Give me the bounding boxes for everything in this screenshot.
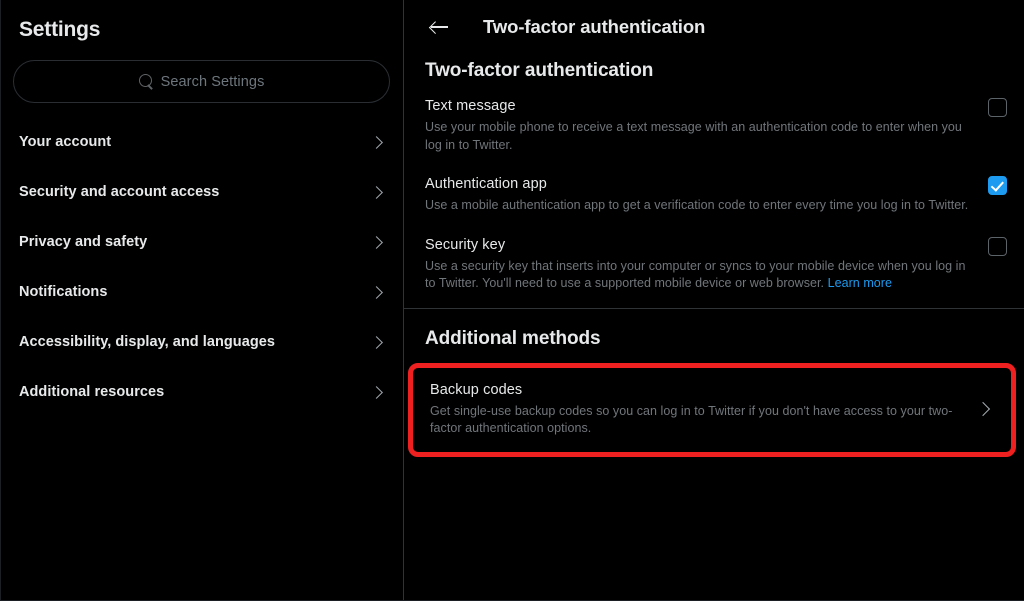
option-text-block: Text message Use your mobile phone to re… xyxy=(425,97,988,154)
option-row-text-message[interactable]: Text message Use your mobile phone to re… xyxy=(404,82,1024,160)
option-description: Use a security key that inserts into you… xyxy=(425,258,974,293)
sidebar-item-notifications[interactable]: Notifications xyxy=(1,267,403,317)
sidebar-item-additional-resources[interactable]: Additional resources xyxy=(1,367,403,417)
search-placeholder: Search Settings xyxy=(160,73,265,90)
page-title: Two-factor authentication xyxy=(483,16,706,37)
sidebar-nav-list: Your account Security and account access… xyxy=(1,117,403,417)
sidebar-item-label: Your account xyxy=(19,134,112,150)
option-description: Use a mobile authentication app to get a… xyxy=(425,198,969,212)
arrow-left-icon xyxy=(430,20,448,34)
main-panel: Two-factor authentication Two-factor aut… xyxy=(404,0,1024,600)
backup-codes-row[interactable]: Backup codes Get single-use backup codes… xyxy=(413,368,1011,452)
sidebar-title: Settings xyxy=(19,18,101,41)
option-row-authentication-app[interactable]: Authentication app Use a mobile authenti… xyxy=(404,160,1024,221)
backup-codes-label: Backup codes xyxy=(430,381,523,398)
sidebar-item-security-and-account-access[interactable]: Security and account access xyxy=(1,167,403,217)
option-label: Security key xyxy=(425,236,506,253)
chevron-right-icon xyxy=(370,385,383,399)
option-text-block: Security key Use a security key that ins… xyxy=(425,236,988,293)
backup-codes-description: Get single-use backup codes so you can l… xyxy=(430,403,953,436)
option-description: Use your mobile phone to receive a text … xyxy=(425,120,962,152)
learn-more-link[interactable]: Learn more xyxy=(828,276,892,290)
sidebar-item-label: Privacy and safety xyxy=(19,234,148,250)
two-factor-options-list: Text message Use your mobile phone to re… xyxy=(404,82,1024,299)
chevron-right-icon xyxy=(370,135,383,149)
chevron-right-icon xyxy=(975,401,991,417)
sidebar-item-label: Security and account access xyxy=(19,184,220,200)
option-label: Text message xyxy=(425,98,516,114)
checkbox-authentication-app[interactable] xyxy=(988,176,1007,195)
settings-sidebar: Settings Search Settings Your account Se… xyxy=(1,0,404,600)
backup-codes-text-block: Backup codes Get single-use backup codes… xyxy=(430,381,978,438)
search-container: Search Settings xyxy=(1,43,403,103)
option-text-block: Authentication app Use a mobile authenti… xyxy=(425,175,988,215)
main-header: Two-factor authentication xyxy=(404,0,1024,54)
checkbox-security-key[interactable] xyxy=(988,236,1007,256)
chevron-right-icon xyxy=(370,335,383,349)
chevron-right-icon xyxy=(370,185,383,199)
settings-window: Settings Search Settings Your account Se… xyxy=(0,0,1024,601)
search-input[interactable]: Search Settings xyxy=(13,60,390,103)
sidebar-item-your-account[interactable]: Your account xyxy=(1,117,403,167)
option-row-security-key[interactable]: Security key Use a security key that ins… xyxy=(404,221,1024,299)
sidebar-item-label: Additional resources xyxy=(19,384,165,400)
option-label: Authentication app xyxy=(425,176,547,192)
search-icon xyxy=(138,74,154,89)
back-button[interactable] xyxy=(422,10,456,44)
sidebar-item-label: Accessibility, display, and languages xyxy=(19,334,275,350)
chevron-right-icon xyxy=(370,285,383,299)
sidebar-item-accessibility-display-and-languages[interactable]: Accessibility, display, and languages xyxy=(1,317,403,367)
checkbox-text-message[interactable] xyxy=(988,98,1007,117)
additional-methods-heading: Additional methods xyxy=(425,327,601,349)
chevron-right-icon xyxy=(370,235,383,249)
sidebar-item-privacy-and-safety[interactable]: Privacy and safety xyxy=(1,217,403,267)
section-heading: Two-factor authentication xyxy=(425,60,654,81)
backup-codes-highlight: Backup codes Get single-use backup codes… xyxy=(408,362,1016,457)
sidebar-item-label: Notifications xyxy=(19,284,108,300)
